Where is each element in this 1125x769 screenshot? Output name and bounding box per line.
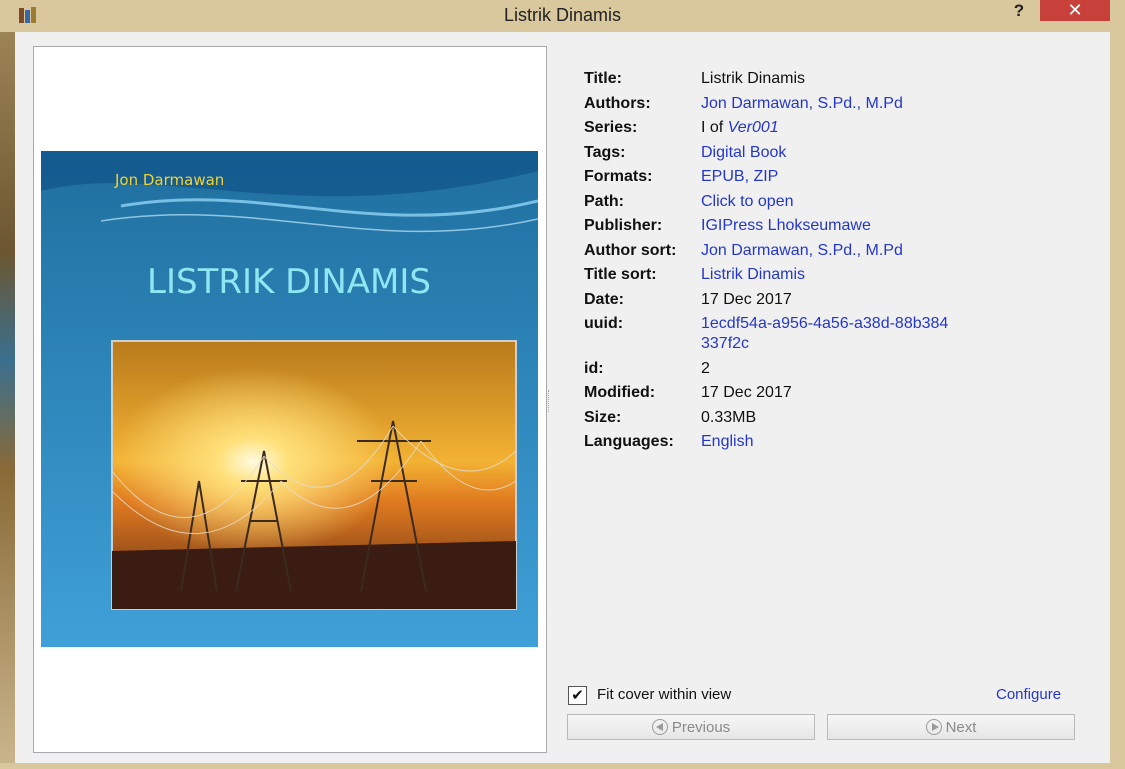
title-sort-link[interactable]: Listrik Dinamis xyxy=(701,265,971,285)
author-sort-link[interactable]: Jon Darmawan, S.Pd., M.Pd xyxy=(701,241,971,261)
meta-row-series: Series: I of Ver001 xyxy=(584,119,779,136)
configure-link[interactable]: Configure xyxy=(996,686,1061,703)
meta-row-path: Path: Click to open xyxy=(584,192,1104,212)
path-link[interactable]: Click to open xyxy=(701,192,971,212)
arrow-left-icon xyxy=(651,719,668,735)
meta-row-tags: Tags: Digital Book xyxy=(584,143,1104,163)
next-button[interactable]: Next xyxy=(827,714,1075,740)
meta-row-title: Title: Listrik Dinamis xyxy=(584,70,806,87)
help-button[interactable]: ? xyxy=(1005,0,1033,22)
metadata-panel: Title: Listrik Dinamis Authors: Jon Darm… xyxy=(584,69,1104,457)
fit-cover-label: Fit cover within view xyxy=(597,686,732,703)
meta-row-size: Size: 0.33MB xyxy=(584,408,757,426)
fit-cover-checkbox[interactable]: ✔ xyxy=(568,686,587,705)
close-button[interactable]: ✕ xyxy=(1040,0,1110,21)
authors-link[interactable]: Jon Darmawan, S.Pd., M.Pd xyxy=(701,94,971,114)
window-title: Listrik Dinamis xyxy=(503,5,622,25)
background-window-edge xyxy=(0,32,15,763)
meta-row-title-sort: Title sort: Listrik Dinamis xyxy=(584,265,1104,285)
meta-row-publisher: Publisher: IGIPress Lhokseumawe xyxy=(584,216,1104,236)
cover-author-text: Jon Darmawan xyxy=(114,171,224,189)
book-cover-image: Jon Darmawan LISTRIK DINAMIS xyxy=(41,151,538,647)
meta-row-formats: Formats: EPUB, ZIP xyxy=(584,167,1104,187)
tags-link[interactable]: Digital Book xyxy=(701,143,971,163)
title-bar: Listrik Dinamis ? ✕ xyxy=(0,0,1125,30)
meta-row-uuid: uuid: 1ecdf54a-a956-4a56-a38d-88b384337f… xyxy=(584,314,1104,354)
meta-row-date: Date: 17 Dec 2017 xyxy=(584,290,792,308)
meta-row-modified: Modified: 17 Dec 2017 xyxy=(584,384,792,401)
sunset-photo xyxy=(111,340,517,610)
meta-row-authors: Authors: Jon Darmawan, S.Pd., M.Pd xyxy=(584,94,1104,114)
cover-title-text: LISTRIK DINAMIS xyxy=(147,262,431,302)
previous-button[interactable]: Previous xyxy=(567,714,815,740)
uuid-link[interactable]: 1ecdf54a-a956-4a56-a38d-88b384337f2c xyxy=(701,314,951,354)
meta-row-languages: Languages: English xyxy=(584,432,1104,452)
publisher-link[interactable]: IGIPress Lhokseumawe xyxy=(701,216,971,236)
cover-panel: Jon Darmawan LISTRIK DINAMIS xyxy=(33,46,547,753)
formats-link[interactable]: EPUB, ZIP xyxy=(701,167,971,187)
series-link[interactable]: Ver001 xyxy=(728,119,779,136)
meta-row-author-sort: Author sort: Jon Darmawan, S.Pd., M.Pd xyxy=(584,241,1104,261)
panel-splitter[interactable] xyxy=(548,390,552,412)
meta-row-id: id: 2 xyxy=(584,359,710,377)
languages-link[interactable]: English xyxy=(701,432,971,452)
arrow-right-icon xyxy=(925,719,942,735)
